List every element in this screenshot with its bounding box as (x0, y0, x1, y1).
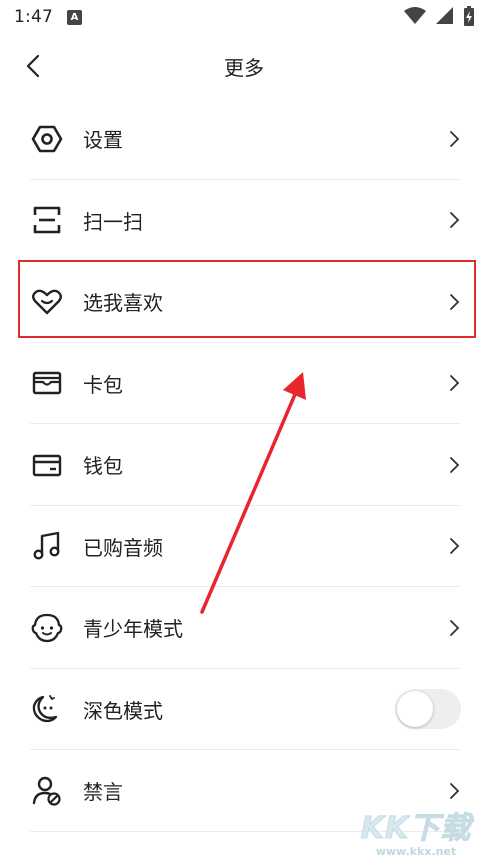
chevron-right-icon (450, 375, 460, 392)
back-button[interactable] (18, 50, 50, 82)
chevron-right-icon (450, 130, 460, 147)
menu-item-settings[interactable]: 设置 (0, 98, 488, 180)
menu-item-purchased-audio[interactable]: 已购音频 (0, 506, 488, 588)
menu-item-label: 设置 (83, 128, 123, 153)
menu-item-label: 选我喜欢 (83, 291, 163, 316)
chevron-right-icon (450, 212, 460, 229)
chevron-left-icon (26, 54, 40, 78)
menu-item-mute[interactable]: 禁言 (0, 750, 488, 832)
menu-item-label: 禁言 (83, 780, 123, 805)
menu-item-scan[interactable]: 扫一扫 (0, 180, 488, 262)
wallet-icon (30, 448, 64, 482)
chevron-right-icon (450, 782, 460, 799)
chevron-right-icon (450, 619, 460, 636)
status-bar: 1:47 A (0, 0, 488, 34)
page-title: 更多 (224, 55, 264, 80)
chevron-right-icon (450, 538, 460, 555)
menu-item-card-wallet[interactable]: 卡包 (0, 343, 488, 425)
chevron-right-icon (450, 293, 460, 310)
moon-icon (30, 692, 64, 726)
wifi-icon (404, 7, 426, 24)
watermark-url: www.kkx.net (375, 845, 457, 858)
toggle-knob (397, 691, 433, 728)
heart-icon (30, 285, 64, 319)
menu-list: 设置 扫一扫 选我喜欢 卡包 钱包 已购音频 青少年模式 深色模式 禁言 (0, 98, 488, 832)
menu-item-label: 卡包 (83, 372, 123, 397)
signal-icon (436, 7, 453, 24)
dark-mode-toggle[interactable] (395, 689, 461, 730)
menu-item-favorites[interactable]: 选我喜欢 (0, 261, 488, 343)
menu-item-label: 已购音频 (83, 535, 163, 560)
menu-item-label: 青少年模式 (83, 617, 183, 642)
status-time: 1:47 (14, 7, 53, 27)
battery-charging-icon (464, 6, 474, 26)
status-right (404, 6, 474, 26)
app-notification-icon: A (66, 9, 82, 25)
menu-item-dark-mode: 深色模式 (0, 669, 488, 751)
music-note-icon (30, 529, 64, 563)
menu-item-label: 钱包 (83, 454, 123, 479)
card-wallet-icon (30, 366, 64, 400)
mute-user-icon (30, 774, 64, 808)
chevron-right-icon (450, 456, 460, 473)
menu-item-label: 深色模式 (83, 698, 163, 723)
menu-item-wallet[interactable]: 钱包 (0, 424, 488, 506)
menu-item-teen-mode[interactable]: 青少年模式 (0, 587, 488, 669)
menu-item-label: 扫一扫 (83, 209, 143, 234)
header: 更多 (0, 34, 488, 98)
hexagon-settings-icon (30, 122, 64, 156)
child-face-icon (30, 611, 64, 645)
scan-icon (30, 203, 64, 237)
